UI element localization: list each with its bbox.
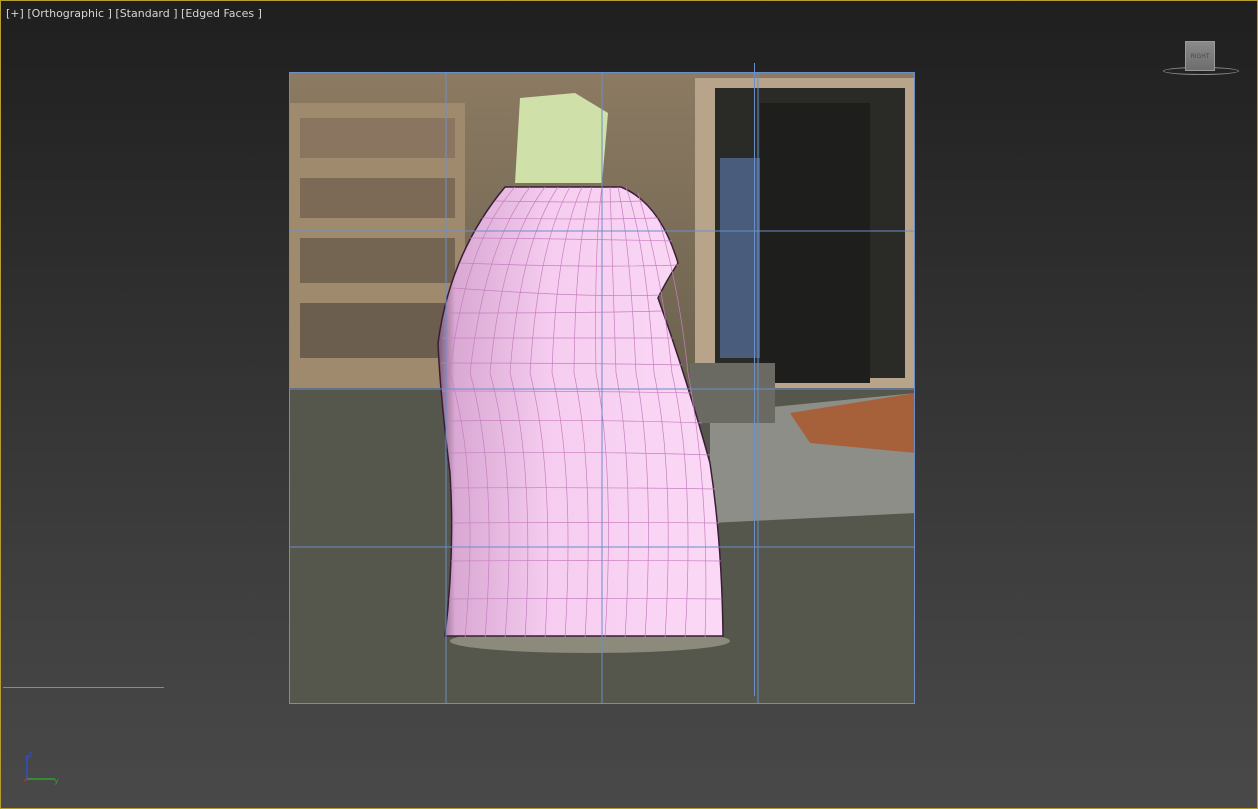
grid-axis-vertical	[754, 63, 755, 696]
reference-image-plane[interactable]	[289, 72, 915, 704]
viewport-plus-menu[interactable]: [+]	[6, 7, 24, 20]
viewport-shading-menu[interactable]: [Standard ]	[115, 7, 177, 20]
viewcube-icon[interactable]: RIGHT	[1159, 37, 1243, 81]
viewport-label-menu: [+] [Orthographic ] [Standard ] [Edged F…	[6, 7, 262, 20]
viewport-view-menu[interactable]: [Orthographic ]	[27, 7, 112, 20]
viewport-display-menu[interactable]: [Edged Faces ]	[181, 7, 262, 20]
axis-y-label: y	[54, 776, 59, 785]
axis-tripod-icon: z y	[23, 750, 59, 785]
grid-axis-horizontal	[3, 687, 164, 688]
viewport-grid	[290, 73, 914, 703]
perspective-viewport[interactable]: [+] [Orthographic ] [Standard ] [Edged F…	[0, 0, 1258, 809]
viewcube-face-right[interactable]: RIGHT	[1185, 41, 1215, 71]
axis-z-label: z	[28, 750, 32, 759]
